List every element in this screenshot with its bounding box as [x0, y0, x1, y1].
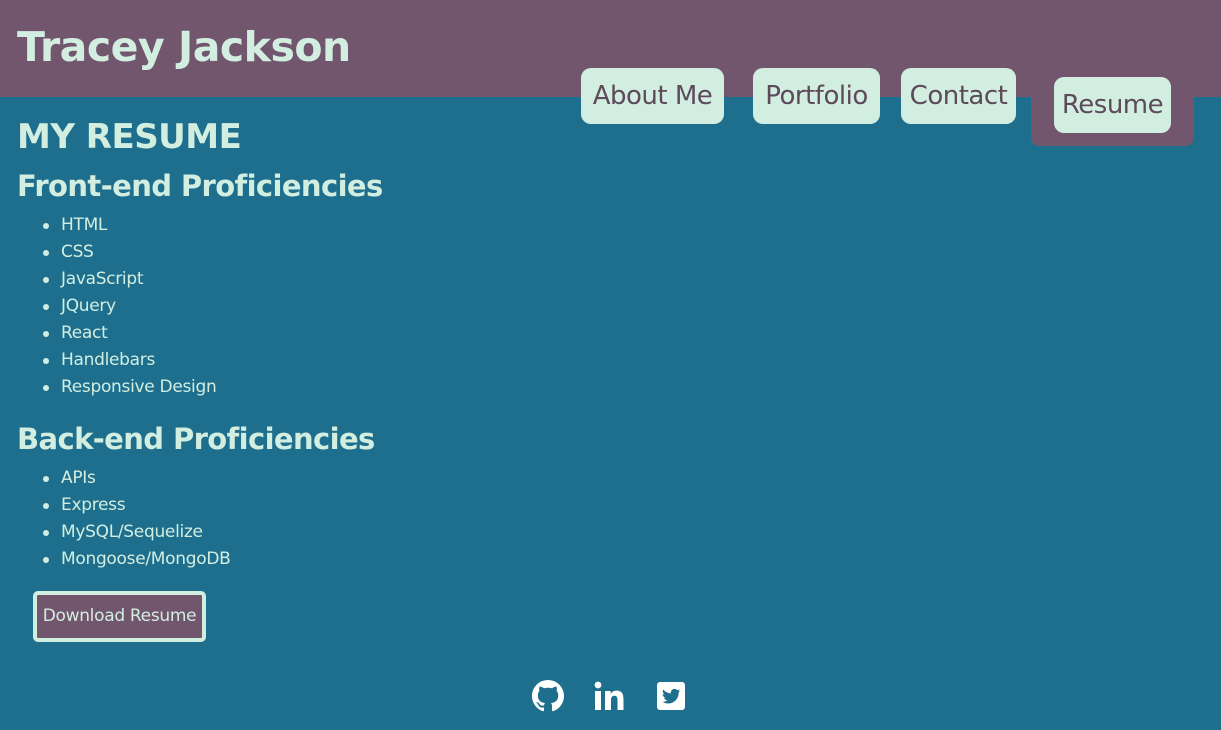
list-item: Responsive Design — [40, 374, 217, 401]
list-item: APIs — [40, 465, 230, 492]
list-item: HTML — [40, 212, 216, 239]
github-icon[interactable] — [532, 680, 564, 712]
nav-about-me[interactable]: About Me — [581, 68, 724, 124]
download-resume-button[interactable]: Download Resume — [33, 591, 206, 642]
list-item: React — [40, 320, 216, 347]
list-item: Mongoose/MongoDB — [40, 546, 231, 573]
list-item: Express — [40, 492, 230, 519]
site-title: Tracey Jackson — [17, 23, 351, 71]
nav-portfolio[interactable]: Portfolio — [753, 68, 880, 124]
twitter-icon[interactable] — [655, 680, 687, 712]
list-item: Handlebars — [40, 347, 216, 374]
list-item: JQuery — [40, 293, 216, 320]
back-end-heading: Back-end Proficiencies — [17, 422, 375, 456]
list-item: CSS — [40, 239, 216, 266]
nav-resume[interactable]: Resume — [1054, 77, 1171, 133]
nav-contact[interactable]: Contact — [901, 68, 1016, 124]
front-end-list: HTML CSS JavaScript JQuery React Handleb… — [40, 212, 217, 401]
front-end-heading: Front-end Proficiencies — [17, 169, 383, 203]
list-item: MySQL/Sequelize — [40, 519, 230, 546]
back-end-list: APIs Express MySQL/Sequelize Mongoose/Mo… — [40, 465, 231, 573]
linkedin-icon[interactable] — [593, 680, 625, 712]
list-item: JavaScript — [40, 266, 216, 293]
page-title: MY RESUME — [17, 117, 242, 157]
